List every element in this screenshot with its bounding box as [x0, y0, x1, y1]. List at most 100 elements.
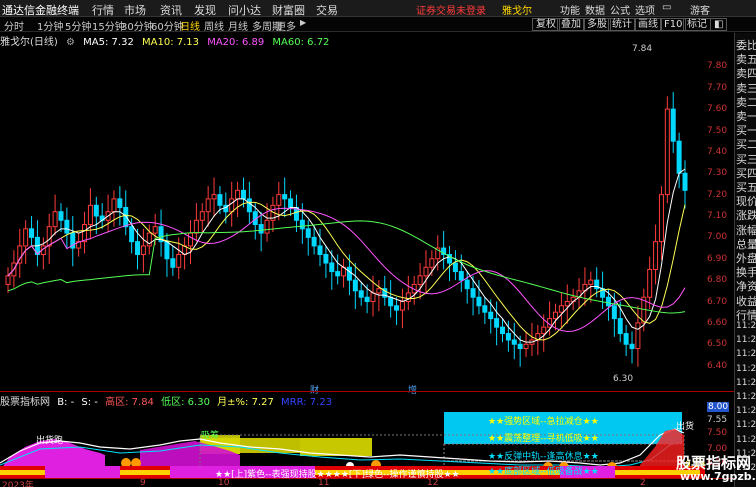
candle-body — [658, 194, 664, 243]
candle-body — [217, 194, 223, 206]
tab-period-daily[interactable]: 日线 — [180, 18, 200, 33]
candle-body — [588, 279, 594, 285]
price-tick: 7.00 — [707, 232, 728, 243]
date-tick-11: 11 — [318, 478, 330, 487]
high-price-label: 7.84 — [632, 44, 653, 54]
candle-body — [140, 245, 146, 255]
candle-body — [164, 241, 170, 260]
candle-body — [5, 275, 11, 285]
candle-body — [288, 198, 294, 208]
tab-period-30min[interactable]: 30分钟 — [121, 18, 154, 33]
draw-button[interactable]: 画线 — [634, 18, 662, 31]
menu-wealth[interactable]: 财富圈 — [272, 2, 305, 18]
price-tick: 7.80 — [707, 61, 728, 72]
candle-body — [494, 318, 500, 328]
menu-bar: 通达信金融终端 行情 市场 资讯 发现 问小达 财富圈 交易 证券交易未登录 雅… — [0, 0, 756, 17]
price-tick: 7.60 — [707, 104, 728, 115]
candle-body — [647, 268, 653, 298]
quote-field-label: 11:29 — [736, 392, 756, 402]
candle-body — [552, 311, 558, 320]
tab-period-5min[interactable]: 5分钟 — [65, 18, 91, 33]
date-tick-12: 12 — [427, 478, 439, 487]
stock-name: 雅戈尔 — [502, 6, 532, 17]
price-tick: 7.40 — [707, 146, 728, 157]
candle-body — [523, 343, 529, 350]
candle-body — [317, 245, 323, 255]
multi-stock-button[interactable]: 多股 — [583, 18, 611, 31]
menu-trade[interactable]: 交易 — [316, 2, 338, 18]
tab-period-fenshi[interactable]: 分时 — [4, 18, 24, 33]
chu-huo-label: 出货 — [676, 422, 695, 432]
quote-field-label: 11:29 — [736, 377, 756, 388]
panel-divider — [0, 391, 734, 392]
chevron-right-icon[interactable]: ▶ — [300, 18, 306, 27]
quote-field-label: 11:29 — [736, 406, 756, 417]
candle-body — [394, 305, 400, 311]
price-tick: 7.10 — [707, 211, 728, 221]
menu-function[interactable]: 功能 — [560, 2, 580, 17]
candle-body — [558, 305, 564, 313]
quote-field-label: 11:29 — [736, 349, 756, 360]
tab-period-60min[interactable]: 60分钟 — [151, 18, 184, 33]
candle-body — [452, 262, 458, 273]
menu-discover[interactable]: 发现 — [194, 2, 216, 18]
quote-field-label: 11:29 — [736, 335, 756, 346]
indicator-info-line: 股票指标网 B: - S: - 高区: 7.84 低区: 6.30 月±%: 7… — [0, 393, 336, 408]
tab-period-1min[interactable]: 1分钟 — [37, 18, 63, 33]
candle-body — [211, 194, 217, 200]
candle-body — [364, 296, 370, 303]
indicator-axis-8: 8.00 — [707, 402, 730, 412]
tab-period-monthly[interactable]: 月线 — [228, 18, 248, 33]
tab-period-weekly[interactable]: 周线 — [204, 18, 224, 33]
panel-toggle-icon[interactable]: ◧ — [710, 18, 728, 31]
candle-body — [264, 219, 270, 234]
menu-ask[interactable]: 问小达 — [228, 2, 261, 18]
fuquan-button[interactable]: 复权 — [532, 18, 560, 31]
date-tick-2: 2 — [640, 478, 646, 487]
overlay-button[interactable]: 叠加 — [557, 18, 585, 31]
menu-options[interactable]: 选项 — [635, 2, 655, 17]
candle-body — [311, 236, 317, 247]
candle-body — [329, 262, 335, 273]
candle-body — [664, 108, 670, 196]
watermark-url: www.7gpzb.com — [680, 470, 756, 483]
menu-formula[interactable]: 公式 — [610, 2, 630, 17]
period-toolbar: 分时 1分钟 5分钟 15分钟 30分钟 60分钟 日线 周线 月线 多周期 更… — [0, 17, 756, 33]
candle-body — [193, 219, 199, 234]
tab-period-15min[interactable]: 15分钟 — [92, 18, 125, 33]
menu-data[interactable]: 数据 — [585, 2, 605, 17]
candlestick-chart[interactable] — [0, 45, 705, 387]
price-tick: 6.80 — [707, 275, 728, 286]
candle-body — [23, 228, 29, 247]
minimize-icon[interactable]: ▭ — [662, 2, 671, 13]
quote-field-label: 11:29 — [736, 420, 756, 431]
candle-body — [511, 339, 517, 345]
candle-body — [117, 198, 123, 208]
candle-body — [240, 189, 246, 200]
zone-label-bottom: ★★底部区域--低吸备战★★ — [488, 467, 599, 477]
menu-market[interactable]: 市场 — [124, 2, 146, 18]
candle-body — [470, 288, 476, 298]
candle-body — [517, 343, 523, 350]
xi-chou-label: 吸筹 — [201, 431, 220, 441]
price-tick: 7.50 — [707, 125, 728, 136]
login-notice[interactable]: 证券交易未登录 — [416, 2, 486, 17]
candle-body — [605, 296, 611, 307]
mark-button[interactable]: 标记 — [683, 18, 711, 31]
candle-body — [305, 228, 311, 238]
candle-body — [111, 198, 117, 213]
menu-quote[interactable]: 行情 — [92, 2, 114, 18]
date-axis: 2023年 9 10 11 12 2 — [0, 478, 734, 487]
zone-label-consolidate: ★★震荡整理--寻机低吸★★ — [488, 434, 599, 444]
price-tick: 6.50 — [707, 339, 728, 350]
menu-news[interactable]: 资讯 — [160, 2, 182, 18]
candle-body — [282, 194, 288, 200]
tab-period-more[interactable]: 更多 — [276, 18, 296, 33]
ma60-line — [7, 220, 686, 314]
user-label[interactable]: 游客 — [690, 2, 710, 17]
candle-body — [187, 232, 193, 247]
candle-body — [58, 211, 64, 221]
candle-body — [505, 333, 511, 341]
stats-button[interactable]: 统计 — [608, 18, 636, 31]
candle-body — [476, 296, 482, 307]
